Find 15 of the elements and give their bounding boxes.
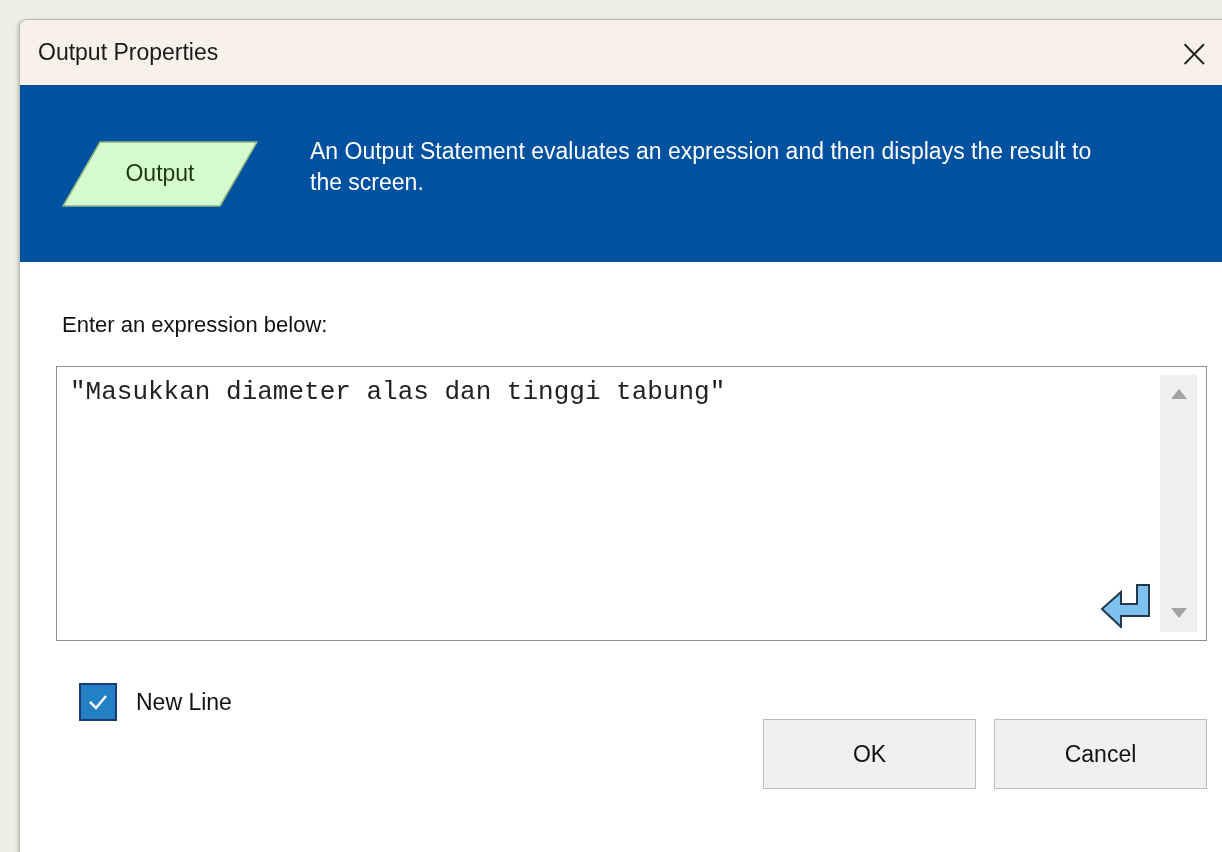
scroll-down-icon[interactable] bbox=[1170, 608, 1187, 618]
expression-field[interactable]: "Masukkan diameter alas dan tinggi tabung" bbox=[56, 366, 1207, 641]
description-text: An Output Statement evaluates an expression and then displays the result to the screen. bbox=[310, 136, 1093, 197]
cancel-button[interactable]: Cancel bbox=[994, 719, 1207, 789]
new-line-checkbox[interactable] bbox=[79, 683, 117, 721]
close-button[interactable]: × bbox=[1173, 32, 1215, 73]
new-line-label: New Line bbox=[136, 688, 232, 716]
scroll-up-icon[interactable] bbox=[1170, 389, 1187, 399]
ok-button[interactable]: OK bbox=[763, 719, 976, 789]
output-shape: Output bbox=[62, 140, 258, 207]
scrollbar[interactable] bbox=[1160, 375, 1197, 632]
check-icon bbox=[88, 694, 108, 710]
window-title: Output Properties bbox=[38, 39, 219, 66]
expression-label: Enter an expression below: bbox=[62, 312, 329, 338]
enter-arrow-icon[interactable] bbox=[1101, 584, 1151, 628]
